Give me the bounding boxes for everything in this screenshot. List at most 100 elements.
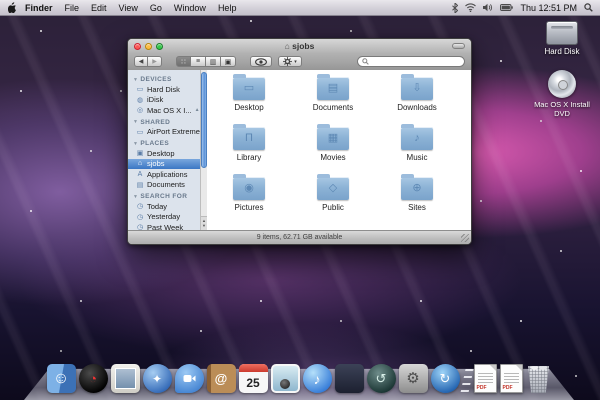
dock-icon-pdf-document[interactable]: PDF	[500, 364, 523, 393]
applications-icon: A	[136, 171, 144, 178]
back-button[interactable]: ◀	[134, 56, 148, 67]
sidebar: ▼DEVICES▭Hard Disk◍iDisk◎Mac OS X I...▲▼…	[128, 70, 207, 231]
sidebar-item-label: Today	[147, 202, 167, 211]
sidebar-item-today[interactable]: ◷Today	[128, 201, 206, 212]
sidebar-section-header[interactable]: ▼DEVICES	[128, 73, 206, 84]
dock-icon-ical[interactable]: 25	[239, 364, 268, 393]
pdf-badge: PDF	[503, 385, 513, 391]
sidebar-item-idisk[interactable]: ◍iDisk	[128, 95, 206, 106]
sidebar-item-label: Documents	[147, 180, 185, 189]
sidebar-item-mac-os-x-i-[interactable]: ◎Mac OS X I...▲	[128, 105, 206, 116]
dock-icon-safari[interactable]: ✦	[143, 364, 172, 393]
menu-finder[interactable]: Finder	[25, 3, 53, 13]
dock-icon-trash[interactable]	[526, 365, 552, 393]
folder-music[interactable]: ♪Music	[375, 124, 459, 174]
folder-label: Pictures	[235, 203, 264, 212]
document-lines	[478, 373, 493, 385]
sidebar-item-label: Yesterday	[147, 212, 180, 221]
dock-icon-mail[interactable]	[111, 364, 140, 393]
folder-public[interactable]: ◇Public	[291, 174, 375, 224]
forward-button[interactable]: ▶	[148, 56, 162, 67]
dock-icon-dashboard[interactable]: ◔	[79, 364, 108, 393]
document-lines	[504, 373, 519, 385]
dock-icon-address-book[interactable]: @	[207, 364, 236, 393]
hard-disk-icon: ▭	[136, 85, 144, 93]
resize-grip[interactable]	[461, 234, 469, 242]
folder-icon: ◇	[317, 177, 349, 200]
dock-icon-ichat[interactable]	[175, 364, 204, 393]
sidebar-item-documents[interactable]: ▤Documents	[128, 180, 206, 191]
sidebar-item-label: sjobs	[147, 159, 165, 168]
disc-icon: ◎	[136, 106, 144, 114]
hard-disk-icon	[546, 21, 578, 45]
dock-icon-time-machine[interactable]: ↺	[367, 364, 396, 393]
wifi-icon[interactable]	[465, 3, 476, 12]
menu-bar-clock[interactable]: Thu 12:51 PM	[520, 3, 577, 13]
dock-icon-iphoto[interactable]	[271, 364, 300, 393]
sidebar-item-yesterday[interactable]: ◷Yesterday	[128, 212, 206, 223]
bluetooth-icon[interactable]	[452, 3, 458, 13]
menu-view[interactable]: View	[119, 3, 138, 13]
dock-icon-pdf-document[interactable]: PDF	[474, 364, 497, 393]
sidebar-item-sjobs[interactable]: ⌂sjobs	[128, 159, 206, 170]
folder-desktop[interactable]: ▭Desktop	[207, 74, 291, 124]
desktop-icon-label: Hard Disk	[527, 47, 597, 56]
sidebar-scrollbar[interactable]: ▲▼	[200, 70, 207, 231]
desktop-icon-hard-disk[interactable]: Hard Disk	[527, 21, 597, 56]
folder-label: Music	[407, 153, 428, 162]
apple-menu-icon[interactable]	[8, 2, 17, 13]
sidebar-item-label: Hard Disk	[147, 85, 180, 94]
desktop-icon-install-dvd[interactable]: Mac OS X Install DVD	[527, 70, 597, 118]
column-view-button[interactable]: ▥	[206, 56, 221, 67]
menu-list: Finder File Edit View Go Window Help	[25, 3, 236, 13]
volume-icon[interactable]	[483, 3, 493, 12]
toolbar-toggle-button[interactable]	[452, 43, 465, 49]
folder-icon: ⇩	[401, 77, 433, 100]
sidebar-item-desktop[interactable]: ▣Desktop	[128, 148, 206, 159]
menu-go[interactable]: Go	[150, 3, 162, 13]
list-view-button[interactable]: ≡	[191, 56, 206, 67]
eject-icon[interactable]: ▲	[195, 107, 200, 113]
sidebar-item-label: Mac OS X I...	[147, 106, 192, 115]
search-field[interactable]	[357, 56, 465, 67]
folder-pictures[interactable]: ◉ Pictures	[207, 174, 291, 224]
window-title: ⌂ sjobs	[128, 41, 471, 51]
coverflow-view-button[interactable]: ▣	[221, 56, 236, 67]
sidebar-item-hard-disk[interactable]: ▭Hard Disk	[128, 84, 206, 95]
sidebar-section-header[interactable]: ▼SEARCH FOR	[128, 190, 206, 201]
menu-edit[interactable]: Edit	[91, 3, 107, 13]
disclosure-triangle-icon: ▼	[133, 194, 138, 200]
folder-library[interactable]: ΠLibrary	[207, 124, 291, 174]
menu-bar-status: Thu 12:51 PM	[452, 3, 600, 13]
dock-icon-system-preferences[interactable]: ⚙	[399, 364, 428, 393]
dock-icon-spaces[interactable]	[335, 364, 364, 393]
title-bar[interactable]: ⌂ sjobs	[128, 39, 471, 53]
sidebar-section-header[interactable]: ▼PLACES	[128, 137, 206, 148]
sidebar-item-airport-extreme[interactable]: ▭AirPort Extreme	[128, 127, 206, 138]
battery-icon[interactable]	[500, 4, 513, 11]
dock-icon-sync[interactable]: ↻	[431, 364, 460, 393]
chevron-down-icon: ▾	[294, 59, 297, 65]
menu-help[interactable]: Help	[218, 3, 237, 13]
folder-movies[interactable]: ▦Movies	[291, 124, 375, 174]
sidebar-item-applications[interactable]: AApplications	[128, 169, 206, 180]
menu-file[interactable]: File	[65, 3, 80, 13]
documents-glyph-icon: ▤	[328, 83, 338, 94]
spotlight-icon[interactable]	[584, 3, 593, 12]
scrollbar-arrows[interactable]: ▲▼	[201, 216, 207, 231]
action-menu-button[interactable]: ▾	[278, 56, 302, 67]
desktop-icon: ▣	[136, 149, 144, 157]
sidebar-section-header[interactable]: ▼SHARED	[128, 116, 206, 127]
icon-view-button[interactable]: ∷	[176, 56, 191, 67]
movies-glyph-icon: ▦	[328, 133, 338, 144]
scrollbar-thumb[interactable]	[201, 72, 207, 168]
screen: Finder File Edit View Go Window Help Thu 12:51…	[0, 0, 600, 400]
quick-look-button[interactable]	[250, 56, 272, 67]
pictures-glyph-icon: ◉	[244, 183, 254, 194]
folder-sites[interactable]: ⊕Sites	[375, 174, 459, 224]
menu-window[interactable]: Window	[174, 3, 206, 13]
dock-icon-finder[interactable]: ☺	[47, 364, 76, 393]
folder-documents[interactable]: ▤Documents	[291, 74, 375, 124]
dock-icon-itunes[interactable]: ♪	[303, 364, 332, 393]
folder-downloads[interactable]: ⇩Downloads	[375, 74, 459, 124]
